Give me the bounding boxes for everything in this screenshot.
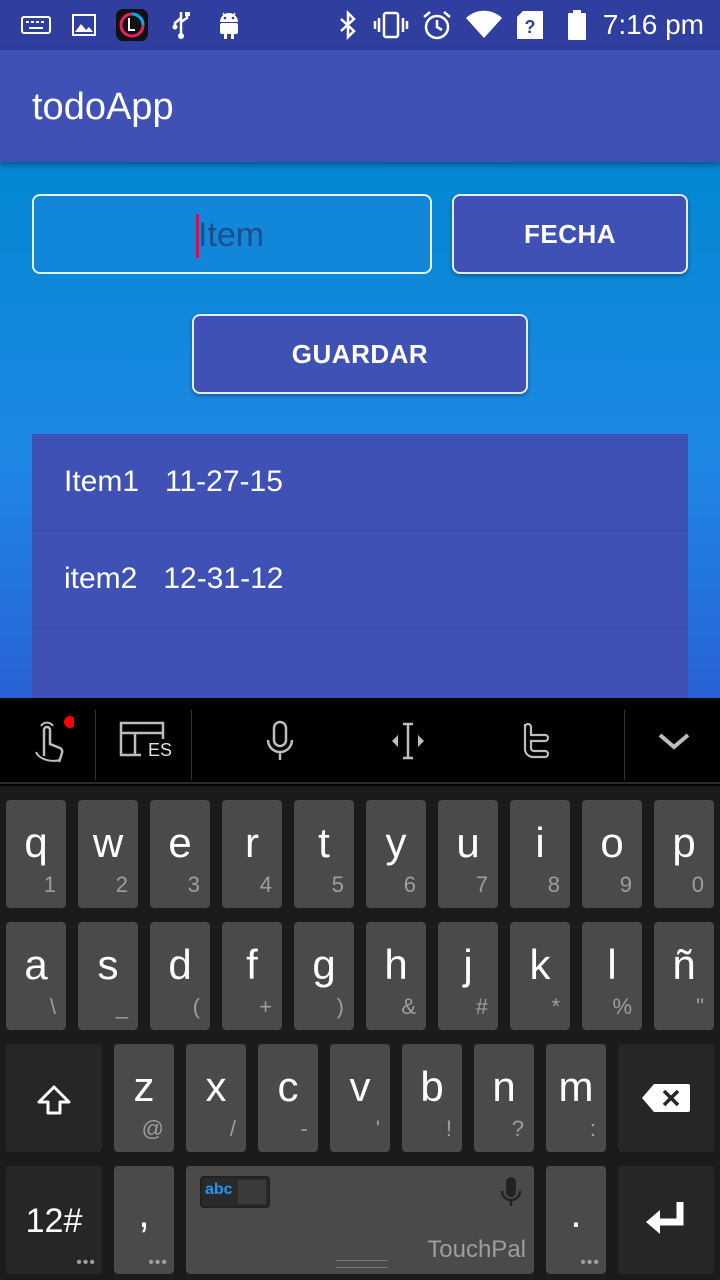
app-bar: todoApp — [0, 50, 720, 162]
keyboard: q1 w2 e3 r4 t5 y6 u7 i8 o9 p0 a \ s _ d( f… — [0, 786, 720, 1280]
guardar-button[interactable]: GUARDAR — [192, 314, 528, 394]
item-input[interactable]: Item — [32, 194, 432, 274]
key-q[interactable]: q1 — [6, 800, 66, 908]
app-icon — [114, 9, 150, 41]
list-item[interactable]: item2 12-31-12 — [32, 531, 688, 628]
chevron-down-icon[interactable] — [642, 698, 706, 784]
key-n[interactable]: n? — [474, 1044, 534, 1152]
abc-toggle: abc — [200, 1176, 270, 1208]
key-v[interactable]: v ' — [330, 1044, 390, 1152]
keyboard-toolbar: ES — [0, 698, 720, 784]
microphone-icon — [500, 1176, 522, 1213]
gesture-icon[interactable] — [20, 698, 84, 784]
key-h[interactable]: h & — [366, 922, 426, 1030]
svg-text:?: ? — [525, 17, 536, 37]
period-key[interactable]: . ••• — [546, 1166, 606, 1274]
layout-language-icon[interactable]: ES — [112, 698, 176, 784]
key-j[interactable]: j # — [438, 922, 498, 1030]
twitter-icon[interactable] — [503, 698, 567, 784]
shift-icon — [36, 1084, 72, 1121]
key-r[interactable]: r4 — [222, 800, 282, 908]
item-input-placeholder: Item — [198, 216, 265, 254]
cursor-move-icon[interactable] — [376, 698, 440, 784]
key-f[interactable]: f + — [222, 922, 282, 1030]
alarm-icon — [420, 9, 454, 41]
key-o[interactable]: o9 — [582, 800, 642, 908]
key-z[interactable]: z @ — [114, 1044, 174, 1152]
list-item-date: 12-31-12 — [163, 562, 284, 595]
list-item[interactable]: Item1 11-27-15 — [32, 434, 688, 531]
key-u[interactable]: u7 — [438, 800, 498, 908]
list-item-date: 11-27-15 — [165, 465, 283, 498]
key-e[interactable]: e3 — [150, 800, 210, 908]
microphone-icon[interactable] — [248, 698, 312, 784]
key-b[interactable]: b! — [402, 1044, 462, 1152]
keyboard-language: ES — [148, 740, 173, 760]
key-s[interactable]: s _ — [78, 922, 138, 1030]
backspace-icon — [640, 1082, 692, 1119]
fecha-button[interactable]: FECHA — [452, 194, 688, 274]
enter-icon — [644, 1200, 688, 1241]
keyboard-icon — [20, 9, 52, 41]
bluetooth-icon — [334, 9, 362, 41]
key-k[interactable]: k * — [510, 922, 570, 1030]
main-content: Item FECHA GUARDAR Item1 11-27-15 item2 … — [0, 162, 720, 698]
key-p[interactable]: p0 — [654, 800, 714, 908]
key-w[interactable]: w2 — [78, 800, 138, 908]
signal-icon: ? — [514, 9, 546, 41]
android-icon — [214, 9, 244, 41]
key-t[interactable]: t5 — [294, 800, 354, 908]
key-g[interactable]: g) — [294, 922, 354, 1030]
key-a[interactable]: a \ — [6, 922, 66, 1030]
space-key[interactable]: abc TouchPal — [186, 1166, 534, 1274]
symbols-key[interactable]: 12# ••• — [6, 1166, 102, 1274]
vibrate-icon — [372, 9, 410, 41]
key-i[interactable]: i8 — [510, 800, 570, 908]
shift-key[interactable] — [6, 1044, 102, 1152]
status-time: 7:16 pm — [602, 9, 704, 40]
key-m[interactable]: m: — [546, 1044, 606, 1152]
list-item-name: Item1 — [64, 465, 140, 498]
key-n-tilde[interactable]: ñ " — [654, 922, 714, 1030]
keyboard-brand: TouchPal — [427, 1236, 526, 1263]
usb-icon — [166, 9, 196, 41]
image-icon — [70, 9, 98, 41]
enter-key[interactable] — [618, 1166, 714, 1274]
status-bar: ? 7:16 pm — [0, 0, 720, 50]
key-d[interactable]: d( — [150, 922, 210, 1030]
list-item-name: item2 — [64, 562, 138, 595]
key-c[interactable]: c- — [258, 1044, 318, 1152]
battery-icon — [564, 9, 590, 41]
todo-list: Item1 11-27-15 item2 12-31-12 — [32, 434, 688, 698]
backspace-key[interactable] — [618, 1044, 714, 1152]
key-y[interactable]: y6 — [366, 800, 426, 908]
key-l[interactable]: l% — [582, 922, 642, 1030]
key-x[interactable]: x / — [186, 1044, 246, 1152]
wifi-icon — [464, 9, 504, 41]
comma-key[interactable]: , ••• — [114, 1166, 174, 1274]
app-title: todoApp — [32, 86, 174, 128]
